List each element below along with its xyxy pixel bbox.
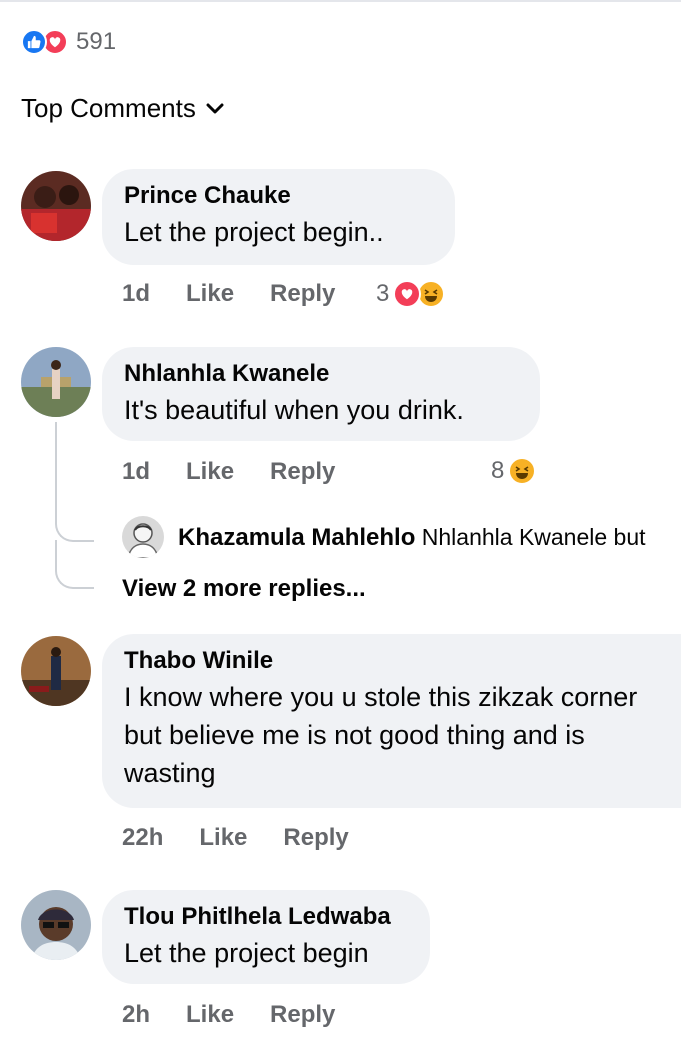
top-divider xyxy=(0,0,681,2)
comment-reactions[interactable]: 8 xyxy=(491,454,537,488)
chevron-down-icon xyxy=(206,103,224,113)
comment-text: Let the project begin.. xyxy=(124,217,384,247)
post-reactions-summary[interactable]: 591 xyxy=(21,27,116,57)
reply-button[interactable]: Reply xyxy=(270,280,335,308)
like-button[interactable]: Like xyxy=(186,280,234,308)
comment-author[interactable]: Nhlanhla Kwanele xyxy=(124,359,520,389)
avatar[interactable] xyxy=(21,171,91,241)
comment-bubble: Tlou Phitlhela Ledwaba Let the project b… xyxy=(102,890,430,984)
avatar[interactable] xyxy=(21,636,91,706)
like-button[interactable]: Like xyxy=(186,458,234,486)
reply-button[interactable]: Reply xyxy=(270,458,335,486)
avatar[interactable] xyxy=(122,516,164,558)
comment-text: It's beautiful when you drink. xyxy=(124,395,464,425)
comment-reactions[interactable]: 3 xyxy=(376,277,446,311)
comment-time[interactable]: 2h xyxy=(122,1001,150,1029)
comment-bubble: Nhlanhla Kwanele It's beautiful when you… xyxy=(102,347,540,441)
reaction-count: 591 xyxy=(76,28,117,55)
reply-preview[interactable]: Khazamula Mahlehlo Nhlanhla Kwanele but xyxy=(178,520,681,555)
reply-author[interactable]: Khazamula Mahlehlo xyxy=(178,524,415,551)
comment-bubble: Prince Chauke Let the project begin.. xyxy=(102,169,455,265)
love-icon xyxy=(393,280,422,308)
comment-bubble: Thabo Winile I know where you u stole th… xyxy=(102,634,681,808)
comment-time[interactable]: 1d xyxy=(122,458,150,486)
comment-author[interactable]: Thabo Winile xyxy=(124,646,661,676)
like-button[interactable]: Like xyxy=(199,824,247,852)
like-icon xyxy=(21,29,47,55)
comment-time[interactable]: 22h xyxy=(122,824,163,852)
haha-icon xyxy=(417,280,446,308)
avatar[interactable] xyxy=(21,890,91,960)
comment-time[interactable]: 1d xyxy=(122,280,150,308)
comment-actions: 2h Like Reply xyxy=(122,998,371,1032)
reply-text: Nhlanhla Kwanele but xyxy=(421,524,646,550)
avatar[interactable] xyxy=(21,347,91,417)
comment-actions: 22h Like Reply xyxy=(122,821,385,855)
reply-button[interactable]: Reply xyxy=(270,1001,335,1029)
view-more-replies-link[interactable]: View 2 more replies... xyxy=(122,575,366,603)
haha-icon xyxy=(508,457,537,485)
sort-label: Top Comments xyxy=(21,93,196,123)
comment-reaction-count: 3 xyxy=(376,280,390,307)
comment-author[interactable]: Tlou Phitlhela Ledwaba xyxy=(124,902,410,932)
thread-connector xyxy=(55,500,94,542)
reply-button[interactable]: Reply xyxy=(283,824,348,852)
comment-actions: 1d Like Reply xyxy=(122,277,371,311)
comment-reaction-count: 8 xyxy=(491,457,505,484)
comment-text: Let the project begin xyxy=(124,938,369,968)
like-button[interactable]: Like xyxy=(186,1001,234,1029)
thread-connector xyxy=(55,540,94,589)
comment-actions: 1d Like Reply xyxy=(122,455,371,489)
comment-author[interactable]: Prince Chauke xyxy=(124,181,435,211)
comment-sort-dropdown[interactable]: Top Comments xyxy=(21,93,224,124)
comment-text: I know where you u stole this zikzak cor… xyxy=(124,682,638,788)
